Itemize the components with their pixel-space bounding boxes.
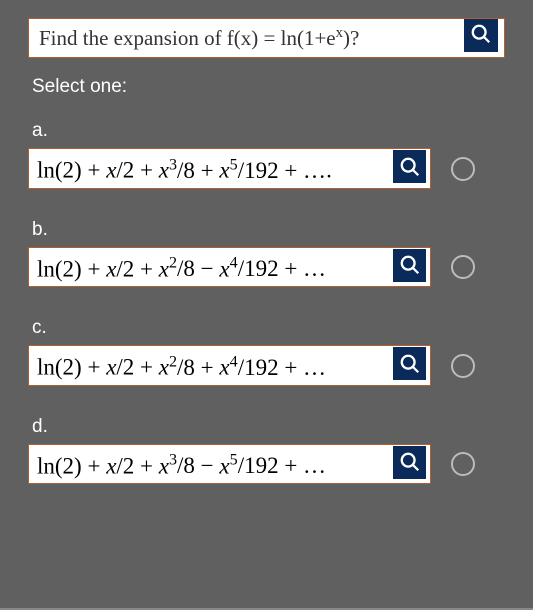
- option-formula: ln(2) + x/2 + x3/8 + x5/192 + ….: [28, 148, 431, 189]
- option-b: b. ln(2) + x/2 + x2/8 − x4/192 + …: [28, 219, 505, 288]
- option-letter: c.: [28, 317, 431, 339]
- magnifier-icon[interactable]: [393, 446, 426, 479]
- radio-a[interactable]: [451, 157, 475, 181]
- formula-text: ln(2) + x/2 + x2/8 + x4/192 + …: [37, 355, 326, 380]
- magnifier-icon[interactable]: [393, 347, 426, 380]
- option-c: c. ln(2) + x/2 + x2/8 + x4/192 + …: [28, 317, 505, 386]
- question-text: Find the expansion of f(x) = ln(1+ex)?: [28, 18, 505, 58]
- prompt-label: Select one:: [32, 76, 501, 98]
- quiz-container: Find the expansion of f(x) = ln(1+ex)? S…: [0, 0, 533, 512]
- option-formula: ln(2) + x/2 + x3/8 − x5/192 + …: [28, 444, 431, 485]
- radio-b[interactable]: [451, 255, 475, 279]
- magnifier-icon[interactable]: [464, 18, 498, 52]
- formula-text: ln(2) + x/2 + x3/8 − x5/192 + …: [37, 453, 326, 478]
- option-formula: ln(2) + x/2 + x2/8 − x4/192 + …: [28, 247, 431, 288]
- option-letter: b.: [28, 219, 431, 241]
- radio-c[interactable]: [451, 354, 475, 378]
- magnifier-icon[interactable]: [393, 249, 426, 282]
- magnifier-icon[interactable]: [393, 150, 426, 183]
- question-content: Find the expansion of f(x) = ln(1+ex)?: [39, 26, 359, 50]
- formula-text: ln(2) + x/2 + x3/8 + x5/192 + ….: [37, 158, 332, 183]
- option-d: d. ln(2) + x/2 + x3/8 − x5/192 + …: [28, 416, 505, 485]
- option-letter: d.: [28, 416, 431, 438]
- option-formula: ln(2) + x/2 + x2/8 + x4/192 + …: [28, 345, 431, 386]
- option-a: a. ln(2) + x/2 + x3/8 + x5/192 + ….: [28, 120, 505, 189]
- formula-text: ln(2) + x/2 + x2/8 − x4/192 + …: [37, 256, 326, 281]
- option-letter: a.: [28, 120, 431, 142]
- radio-d[interactable]: [451, 452, 475, 476]
